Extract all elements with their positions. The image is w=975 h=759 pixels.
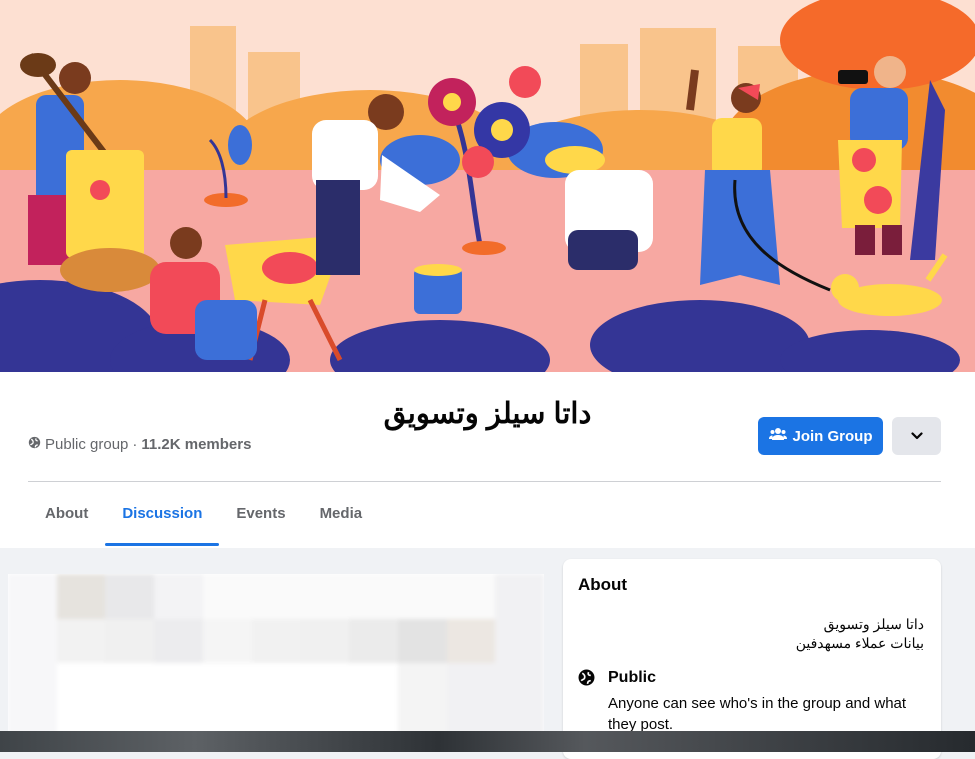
group-header: داتا سيلز وتسويق Public group · 11.2K me… bbox=[0, 372, 975, 548]
meta-separator: · bbox=[132, 436, 138, 453]
group-tabs: About Discussion Events Media bbox=[28, 494, 379, 546]
group-description: داتا سيلز وتسويق بيانات عملاء مسهدفين bbox=[796, 615, 924, 653]
member-count[interactable]: 11.2K members bbox=[141, 436, 251, 453]
chevron-down-icon bbox=[910, 427, 923, 445]
about-card-title: About bbox=[578, 575, 628, 594]
description-line-1: داتا سيلز وتسويق bbox=[823, 616, 924, 632]
tab-discussion[interactable]: Discussion bbox=[105, 494, 220, 546]
cover-photo bbox=[0, 0, 975, 372]
header-divider bbox=[28, 481, 941, 482]
privacy-label: Public group bbox=[45, 436, 129, 453]
members-icon bbox=[768, 427, 787, 445]
discussion-feed-placeholder bbox=[8, 574, 544, 752]
join-group-button[interactable]: Join Group bbox=[758, 417, 883, 455]
privacy-title: Public bbox=[608, 669, 657, 686]
tab-media[interactable]: Media bbox=[303, 494, 380, 546]
privacy-description: Anyone can see who's in the group and wh… bbox=[608, 695, 907, 733]
description-line-2: بيانات عملاء مسهدفين bbox=[795, 635, 924, 651]
cover-illustration bbox=[0, 0, 975, 372]
globe-icon bbox=[578, 669, 595, 691]
bottom-overlay bbox=[0, 731, 975, 752]
group-meta: Public group · 11.2K members bbox=[28, 436, 251, 453]
about-card: About داتا سيلز وتسويق بيانات عملاء مسهد… bbox=[563, 559, 941, 759]
join-group-label: Join Group bbox=[792, 427, 873, 445]
tab-about[interactable]: About bbox=[28, 494, 105, 546]
more-options-button[interactable] bbox=[892, 417, 941, 455]
blurred-content bbox=[8, 574, 544, 752]
tab-events[interactable]: Events bbox=[219, 494, 302, 546]
globe-icon bbox=[28, 436, 41, 453]
